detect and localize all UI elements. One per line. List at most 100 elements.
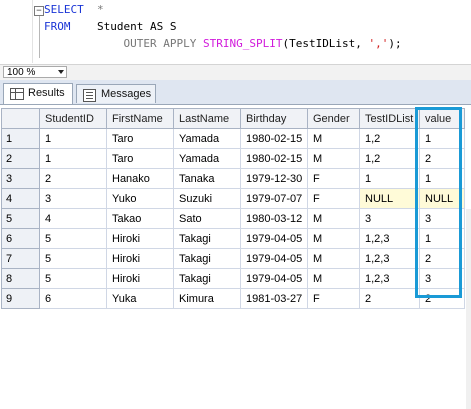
value-cell[interactable]: 2 <box>419 288 465 309</box>
table-row[interactable]: 7 5 Hiroki Takagi 1979-04-05 M 1,2,3 2 <box>1 248 465 269</box>
tab-messages[interactable]: Messages <box>76 84 156 103</box>
value-cell[interactable]: 1 <box>419 228 465 249</box>
table-cell[interactable]: Hanako <box>106 168 174 189</box>
table-cell[interactable]: 1,2,3 <box>359 228 420 249</box>
table-cell[interactable]: Takagi <box>173 228 241 249</box>
table-cell[interactable]: Yuka <box>106 288 174 309</box>
table-cell[interactable]: Tanaka <box>173 168 241 189</box>
table-cell[interactable]: 5 <box>39 268 107 289</box>
table-cell[interactable]: 2 <box>39 168 107 189</box>
fold-line <box>39 16 40 58</box>
column-header[interactable]: StudentID <box>39 108 107 129</box>
value-cell[interactable]: NULL <box>419 188 465 209</box>
table-row[interactable]: 5 4 Takao Sato 1980-03-12 M 3 3 <box>1 208 465 229</box>
table-cell[interactable]: 1 <box>39 128 107 149</box>
table-cell[interactable]: 1,2,3 <box>359 248 420 269</box>
table-cell[interactable]: 6 <box>39 288 107 309</box>
table-cell[interactable]: 1979-04-05 <box>240 228 308 249</box>
table-cell[interactable]: 3 <box>39 188 107 209</box>
zoom-value: 100 % <box>7 67 36 78</box>
query-editor[interactable]: − SELECT * FROM Student AS S OUTER APPLY… <box>0 0 471 63</box>
table-cell[interactable]: 1980-03-12 <box>240 208 308 229</box>
table-cell[interactable]: Hiroki <box>106 228 174 249</box>
value-cell[interactable]: 1 <box>419 168 465 189</box>
table-row[interactable]: 8 5 Hiroki Takagi 1979-04-05 M 1,2,3 3 <box>1 268 465 289</box>
table-cell[interactable]: M <box>307 208 360 229</box>
zoom-select[interactable]: 100 % <box>3 66 67 78</box>
table-cell[interactable]: 1979-04-05 <box>240 268 308 289</box>
row-number[interactable]: 3 <box>1 168 40 189</box>
table-cell[interactable]: M <box>307 128 360 149</box>
row-number[interactable]: 9 <box>1 288 40 309</box>
row-number[interactable]: 1 <box>1 128 40 149</box>
table-cell[interactable]: M <box>307 248 360 269</box>
table-cell[interactable]: 5 <box>39 248 107 269</box>
value-cell[interactable]: 3 <box>419 268 465 289</box>
table-cell[interactable]: Yamada <box>173 148 241 169</box>
column-header[interactable]: Gender <box>307 108 360 129</box>
table-row[interactable]: 4 3 Yuko Suzuki 1979-07-07 F NULL NULL <box>1 188 465 209</box>
table-cell[interactable]: Taro <box>106 128 174 149</box>
table-cell[interactable]: 1,2 <box>359 148 420 169</box>
row-number[interactable]: 7 <box>1 248 40 269</box>
row-number[interactable]: 4 <box>1 188 40 209</box>
column-header[interactable]: LastName <box>173 108 241 129</box>
table-cell[interactable]: Takagi <box>173 248 241 269</box>
table-cell[interactable]: Takao <box>106 208 174 229</box>
collapse-icon[interactable]: − <box>34 6 44 16</box>
table-cell[interactable]: 1980-02-15 <box>240 128 308 149</box>
chevron-down-icon[interactable] <box>58 70 64 74</box>
table-cell[interactable]: Kimura <box>173 288 241 309</box>
table-cell[interactable]: M <box>307 228 360 249</box>
table-cell[interactable]: F <box>307 288 360 309</box>
table-cell[interactable]: 1,2 <box>359 128 420 149</box>
table-cell[interactable]: 1 <box>359 168 420 189</box>
value-cell[interactable]: 2 <box>419 148 465 169</box>
column-header[interactable]: Birthday <box>240 108 308 129</box>
table-cell[interactable]: Sato <box>173 208 241 229</box>
table-cell[interactable]: 1979-04-05 <box>240 248 308 269</box>
table-cell[interactable]: Hiroki <box>106 268 174 289</box>
table-row[interactable]: 2 1 Taro Yamada 1980-02-15 M 1,2 2 <box>1 148 465 169</box>
results-grid[interactable]: StudentID FirstName LastName Birthday Ge… <box>0 104 471 409</box>
value-cell[interactable]: 1 <box>419 128 465 149</box>
vertical-scrollbar[interactable] <box>466 209 471 409</box>
table-row[interactable]: 3 2 Hanako Tanaka 1979-12-30 F 1 1 <box>1 168 465 189</box>
row-number[interactable]: 2 <box>1 148 40 169</box>
table-row[interactable]: 1 1 Taro Yamada 1980-02-15 M 1,2 1 <box>1 128 465 149</box>
table-cell[interactable]: 1981-03-27 <box>240 288 308 309</box>
table-row[interactable]: 6 5 Hiroki Takagi 1979-04-05 M 1,2,3 1 <box>1 228 465 249</box>
table-cell[interactable]: Yuko <box>106 188 174 209</box>
tab-results[interactable]: Results <box>3 83 73 104</box>
corner-cell[interactable] <box>1 108 40 129</box>
table-cell[interactable]: 5 <box>39 228 107 249</box>
row-number[interactable]: 6 <box>1 228 40 249</box>
table-cell[interactable]: 4 <box>39 208 107 229</box>
column-header-value[interactable]: value <box>419 108 465 129</box>
row-number[interactable]: 8 <box>1 268 40 289</box>
table-cell[interactable]: Yamada <box>173 128 241 149</box>
table-cell[interactable]: M <box>307 148 360 169</box>
table-cell[interactable]: 3 <box>359 208 420 229</box>
table-cell[interactable]: 1,2,3 <box>359 268 420 289</box>
table-cell[interactable]: F <box>307 188 360 209</box>
table-cell[interactable]: Takagi <box>173 268 241 289</box>
column-header[interactable]: TestIDList <box>359 108 420 129</box>
table-cell[interactable]: Taro <box>106 148 174 169</box>
table-cell[interactable]: M <box>307 268 360 289</box>
table-cell[interactable]: 2 <box>359 288 420 309</box>
table-cell[interactable]: Hiroki <box>106 248 174 269</box>
value-cell[interactable]: 3 <box>419 208 465 229</box>
table-cell[interactable]: 1980-02-15 <box>240 148 308 169</box>
table-cell[interactable]: Suzuki <box>173 188 241 209</box>
row-number[interactable]: 5 <box>1 208 40 229</box>
table-cell[interactable]: NULL <box>359 188 420 209</box>
table-cell[interactable]: 1 <box>39 148 107 169</box>
table-row[interactable]: 9 6 Yuka Kimura 1981-03-27 F 2 2 <box>1 288 465 309</box>
table-cell[interactable]: 1979-12-30 <box>240 168 308 189</box>
value-cell[interactable]: 2 <box>419 248 465 269</box>
table-cell[interactable]: F <box>307 168 360 189</box>
column-header[interactable]: FirstName <box>106 108 174 129</box>
table-cell[interactable]: 1979-07-07 <box>240 188 308 209</box>
code-line-3: OUTER APPLY STRING_SPLIT(TestIDList, ','… <box>123 37 402 50</box>
